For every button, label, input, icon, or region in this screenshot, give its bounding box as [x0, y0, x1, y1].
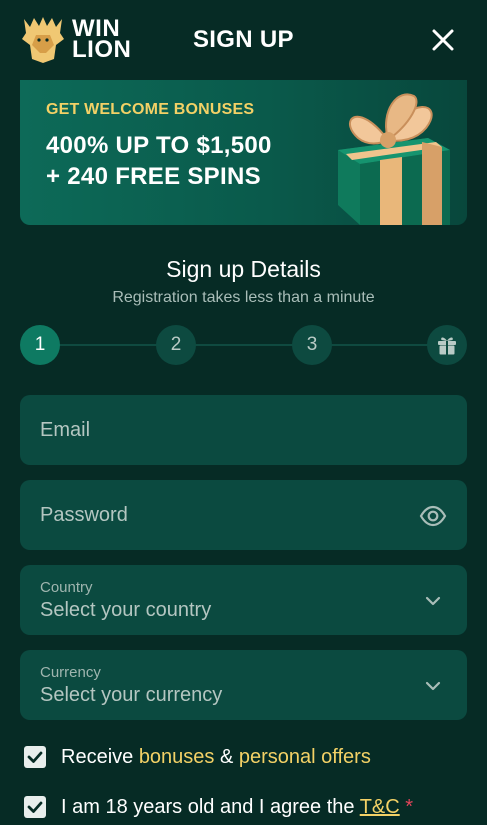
banner-kicker: GET WELCOME BONUSES [46, 101, 255, 118]
step-connector-line [40, 344, 447, 346]
receive-amp: & [214, 746, 239, 768]
checkmark-icon [27, 801, 43, 813]
step-progress: 1 2 3 [20, 325, 467, 365]
close-icon [432, 29, 454, 51]
age-prefix: I am 18 years old and I agree the [61, 796, 360, 818]
age-terms-label: I am 18 years old and I agree the T&C * [61, 796, 413, 819]
gift-icon [438, 337, 456, 355]
page-title: SIGN UP [193, 26, 294, 53]
logo-wordmark: WIN LION [72, 17, 132, 63]
banner-offer-line-2: + 240 FREE SPINS [46, 163, 261, 190]
password-field[interactable]: Password [20, 480, 467, 550]
country-select[interactable]: Country Select your country [20, 565, 467, 635]
section-subtitle: Registration takes less than a minute [112, 289, 375, 306]
receive-prefix: Receive [61, 746, 139, 768]
country-value: Select your country [40, 599, 212, 621]
logo-line-2: LION [72, 36, 132, 63]
header: WIN LION SIGN UP [0, 0, 487, 80]
lion-logo-icon [22, 17, 64, 63]
email-field[interactable]: Email [20, 395, 467, 465]
banner-offer-line-1: 400% UP TO $1,500 [46, 132, 272, 159]
country-label: Country [40, 579, 93, 596]
step-3[interactable]: 3 [292, 325, 332, 365]
checkmark-icon [27, 751, 43, 763]
currency-value: Select your currency [40, 684, 223, 706]
chevron-down-icon [425, 596, 441, 606]
step-bonus[interactable] [427, 325, 467, 365]
eye-icon[interactable] [419, 502, 447, 530]
age-terms-checkbox[interactable] [24, 796, 46, 818]
currency-select[interactable]: Currency Select your currency [20, 650, 467, 720]
currency-label: Currency [40, 664, 101, 681]
password-placeholder: Password [40, 504, 128, 526]
required-marker: * [405, 796, 414, 818]
personal-offers-link[interactable]: personal offers [239, 746, 371, 768]
close-button[interactable] [425, 22, 461, 58]
chevron-down-icon [425, 681, 441, 691]
welcome-bonus-banner[interactable]: GET WELCOME BONUSES 400% UP TO $1,500 + … [20, 80, 467, 225]
receive-offers-checkbox[interactable] [24, 746, 46, 768]
email-placeholder: Email [40, 419, 91, 441]
section-title: Sign up Details [166, 256, 321, 282]
winlion-logo[interactable]: WIN LION [20, 15, 140, 65]
step-1[interactable]: 1 [20, 325, 60, 365]
receive-offers-label: Receive bonuses & personal offers [61, 746, 371, 769]
step-2[interactable]: 2 [156, 325, 196, 365]
bonuses-link[interactable]: bonuses [139, 746, 215, 768]
gift-box-image [338, 93, 450, 225]
terms-link[interactable]: T&C [360, 796, 400, 818]
